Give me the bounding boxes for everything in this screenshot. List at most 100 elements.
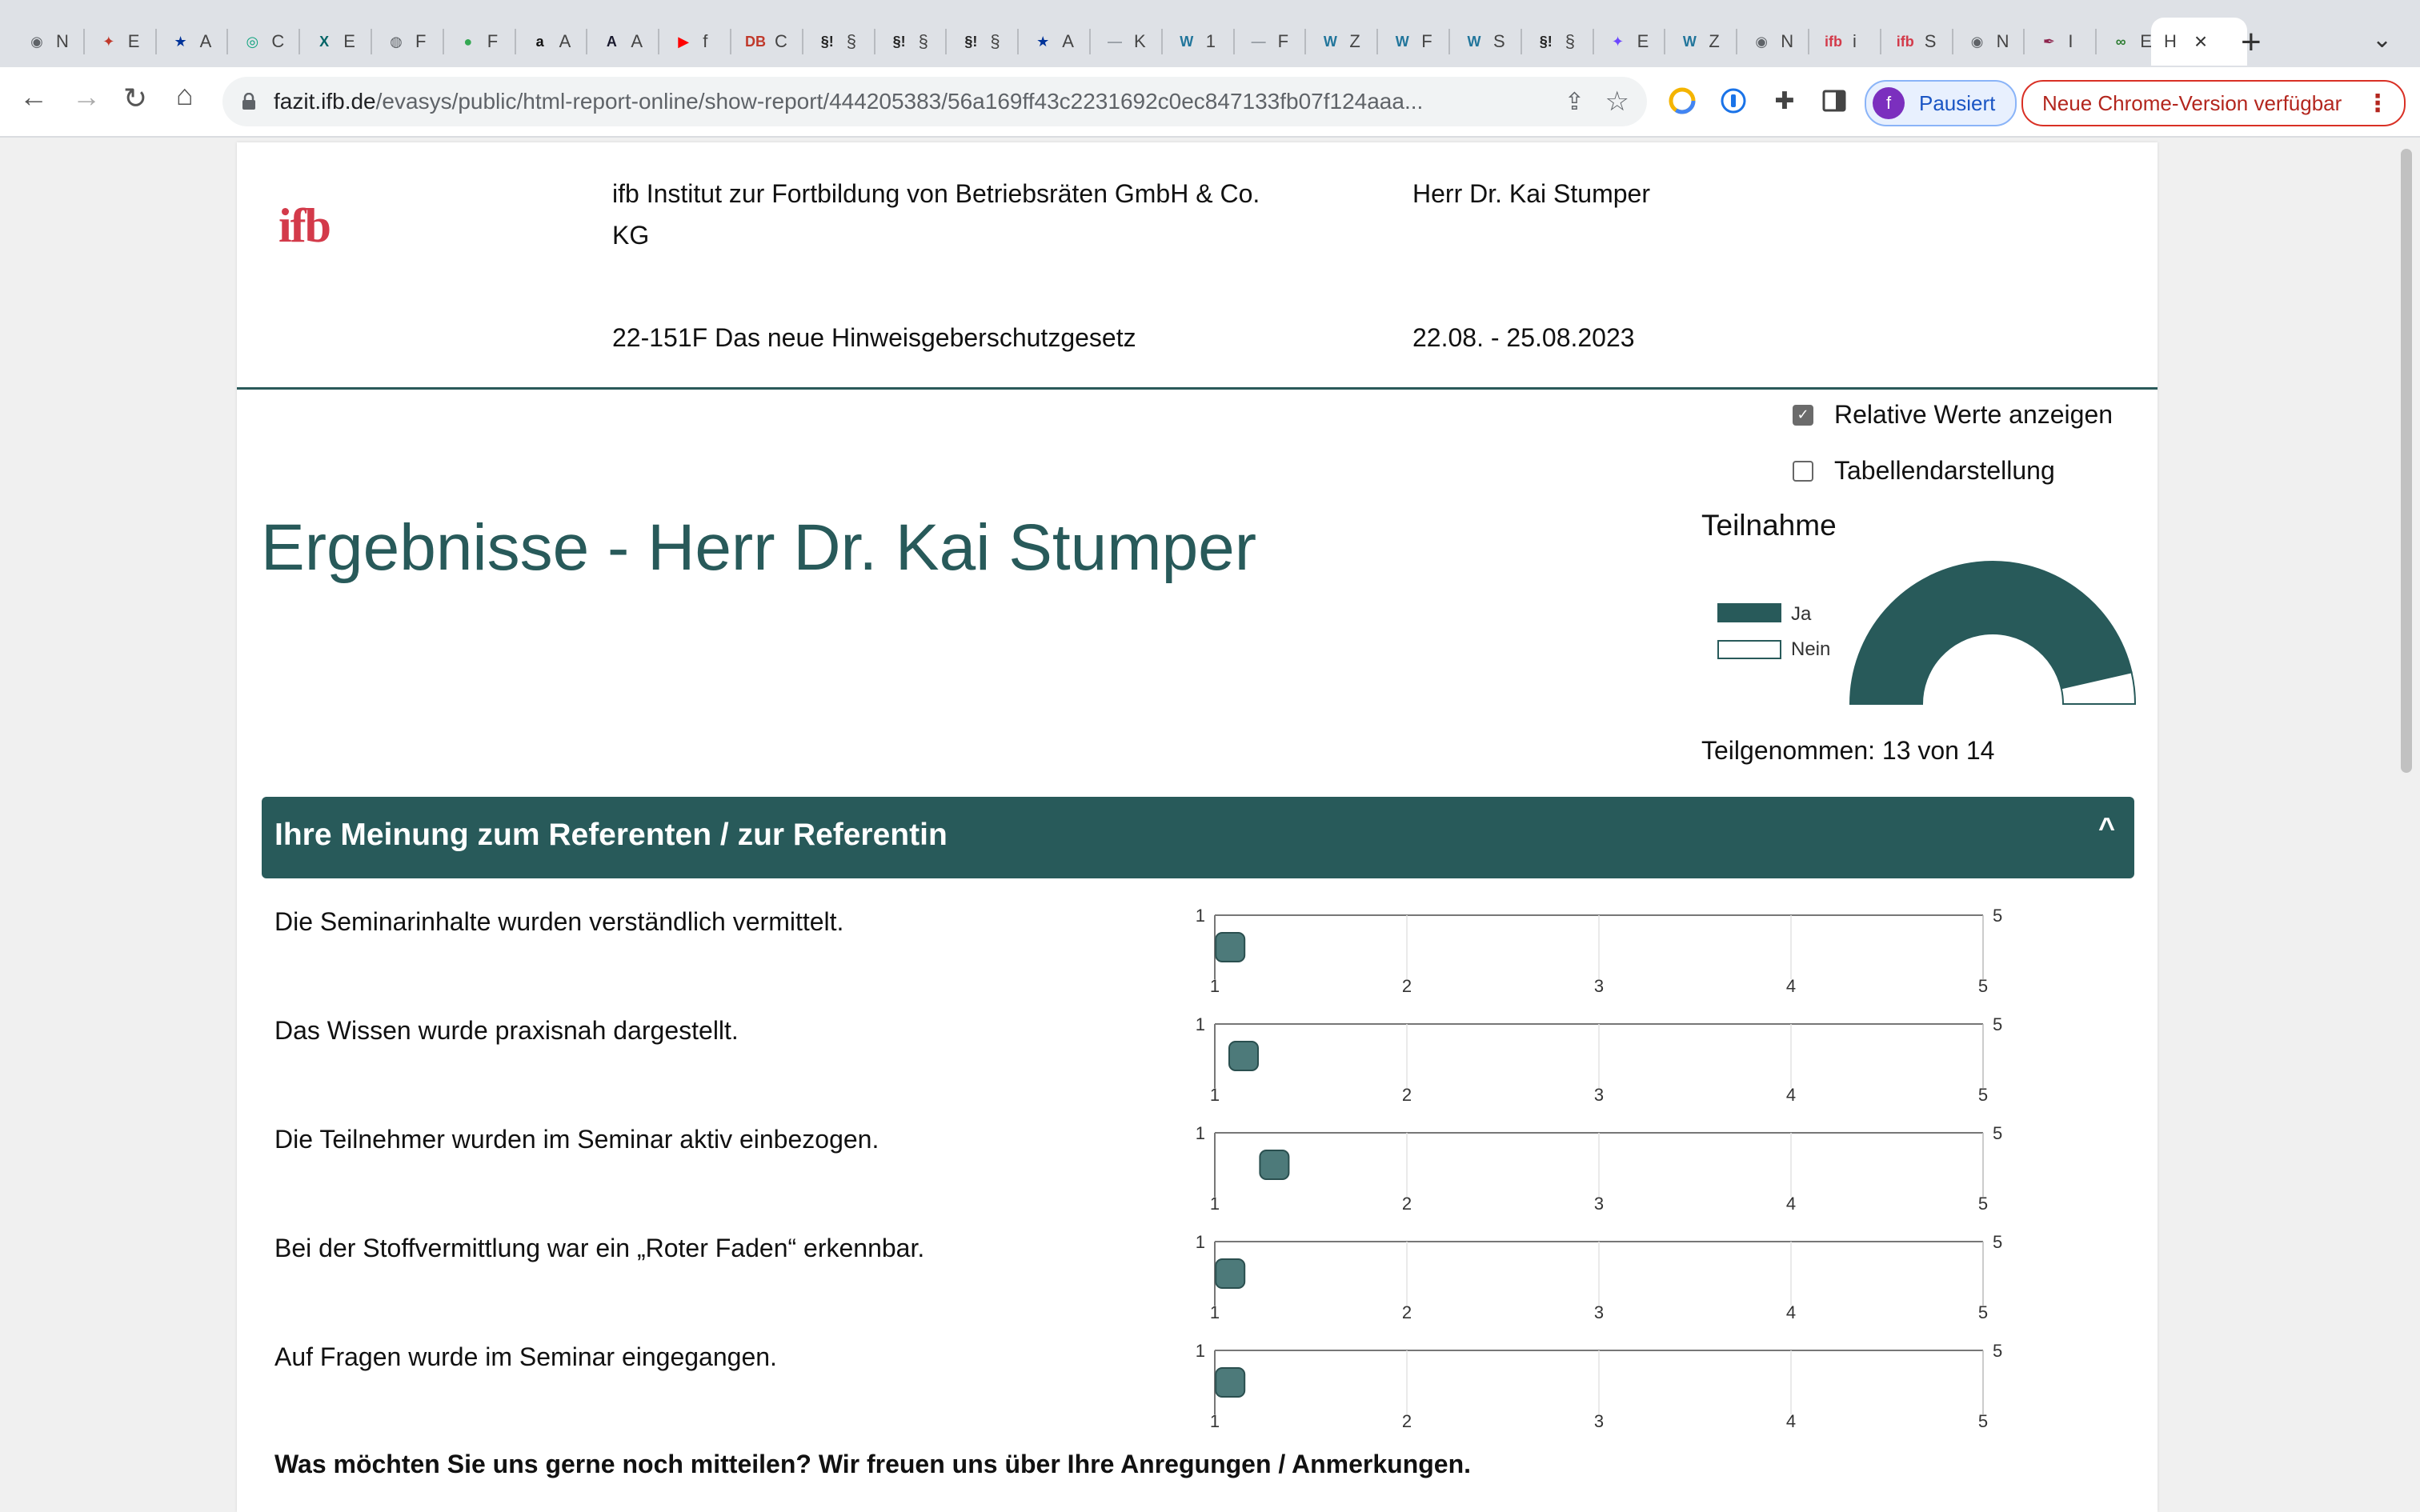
tick-label: 5 <box>1978 976 1988 995</box>
tab-separator <box>658 29 660 54</box>
tab-search-chevron-icon[interactable]: ⌄ <box>2372 26 2392 54</box>
address-bar[interactable]: fazit.ifb.de/evasys/public/html-report-o… <box>222 77 1647 126</box>
chevron-up-icon[interactable]: ^ <box>2098 811 2115 845</box>
tab-title: E <box>2140 31 2152 51</box>
browser-tab[interactable]: ● F <box>447 18 498 66</box>
seminar-dates: 22.08. - 25.08.2023 <box>1412 323 1635 352</box>
reload-icon[interactable]: ↻ <box>123 82 147 115</box>
browser-tab[interactable]: ◉ N <box>1741 18 1793 66</box>
browser-tab[interactable]: §! § <box>807 18 856 66</box>
tick-label: 4 <box>1786 1194 1796 1213</box>
section-header[interactable]: Ihre Meinung zum Referenten / zur Refere… <box>262 797 2134 878</box>
tab-title: A <box>199 31 212 51</box>
browser-tab[interactable]: ◎ C <box>231 18 285 66</box>
browser-tab[interactable]: §! § <box>950 18 1000 66</box>
tab-title: S <box>1924 31 1937 51</box>
wordpress-icon: W <box>1180 33 1194 50</box>
question-chart: 1 2 3 4 5 1 5 <box>1196 1341 2003 1430</box>
tick-label: 2 <box>1402 976 1412 995</box>
browser-tab[interactable]: ◉ N <box>16 18 69 66</box>
mean-marker <box>1215 1258 1246 1289</box>
tab-separator <box>586 29 588 54</box>
tab-active[interactable]: H × <box>2151 18 2247 66</box>
browser-tab[interactable]: aA <box>519 18 571 66</box>
paragraph-icon: §! <box>964 33 978 50</box>
paragraph-icon: §! <box>1539 33 1553 50</box>
lock-icon[interactable] <box>242 92 256 110</box>
home-icon[interactable]: ⌂ <box>176 78 194 112</box>
browser-tab[interactable]: WZ <box>1309 18 1360 66</box>
profile-button[interactable]: f Pausiert <box>1865 80 2017 126</box>
profile-status-label: Pausiert <box>1919 90 1996 115</box>
extension-circle-icon[interactable] <box>1665 83 1700 118</box>
tick-label: 4 <box>1786 1302 1796 1322</box>
participation-gauge <box>1849 561 2137 705</box>
forward-arrow-icon[interactable]: → <box>72 80 101 114</box>
update-label: Neue Chrome-Version verfügbar <box>2042 90 2342 115</box>
ifb-icon: ifb <box>1825 33 1842 50</box>
side-panel-icon[interactable] <box>1817 83 1852 118</box>
browser-tab[interactable]: W1 <box>1166 18 1216 66</box>
browser-tab[interactable]: ◉ N <box>1957 18 2009 66</box>
participation-count: Teilgenommen: 13 von 14 <box>1701 736 1995 765</box>
tab-separator <box>1232 29 1235 54</box>
browser-tab[interactable]: ✦ E <box>1597 18 1649 66</box>
tab-title: K <box>1134 31 1146 51</box>
link-icon: ∞ <box>2115 33 2126 50</box>
tick-label: 3 <box>1594 1411 1604 1430</box>
browser-tab[interactable]: WF <box>1381 18 1432 66</box>
tick-label: 4 <box>1786 976 1796 995</box>
mean-marker <box>1259 1150 1290 1180</box>
browser-tab[interactable]: ifb i <box>1813 18 1857 66</box>
tab-separator <box>2095 29 2097 54</box>
bookmark-star-icon[interactable]: ☆ <box>1605 86 1629 118</box>
tab-title: i <box>1853 31 1857 51</box>
browser-tab[interactable]: ∞ E <box>2100 18 2152 66</box>
seminar-title: 22-151F Das neue Hinweisgeberschutzgeset… <box>612 323 1136 352</box>
table-view-option[interactable]: Tabellendarstellung <box>1793 456 2055 486</box>
amazon-icon: a <box>535 33 544 50</box>
browser-tab[interactable]: ✒ I <box>2028 18 2073 66</box>
browser-tab[interactable]: §! § <box>879 18 928 66</box>
tick-label: 1 <box>1210 1085 1220 1104</box>
browser-tab[interactable]: ◍ F <box>375 18 426 66</box>
browser-tab[interactable]: XE <box>303 18 355 66</box>
new-tab-button[interactable]: + <box>2241 22 2262 62</box>
browser-tab[interactable]: AA <box>591 18 643 66</box>
password-manager-icon[interactable] <box>1716 83 1751 118</box>
tab-title: N <box>56 31 69 51</box>
browser-tab[interactable]: ▶ f <box>663 18 707 66</box>
update-chrome-button[interactable]: Neue Chrome-Version verfügbar ⋮ <box>2021 80 2406 126</box>
db-icon: DB <box>745 33 766 50</box>
browser-tab[interactable]: ifb S <box>1885 18 1937 66</box>
share-icon[interactable]: ⇪ <box>1565 88 1585 116</box>
browser-tab[interactable]: DB C <box>735 18 787 66</box>
browser-tab[interactable]: ★ A <box>160 18 212 66</box>
speaker-name: Herr Dr. Kai Stumper <box>1412 179 1650 208</box>
section-title: Ihre Meinung zum Referenten / zur Refere… <box>274 818 948 852</box>
browser-tab[interactable]: — F <box>1238 18 1288 66</box>
xing-icon: X <box>319 33 330 50</box>
back-arrow-icon[interactable]: ← <box>19 80 48 114</box>
page-scrollbar[interactable] <box>2401 149 2412 773</box>
question-chart: 1 2 3 4 5 1 5 <box>1196 1232 2003 1322</box>
browser-tab[interactable]: §! § <box>1525 18 1575 66</box>
menu-kebab-icon[interactable]: ⋮ <box>2366 90 2390 118</box>
relative-values-checkbox[interactable]: ✓ <box>1793 404 1813 426</box>
ifb-icon: ifb <box>1896 33 1914 50</box>
browser-tab[interactable]: WS <box>1453 18 1505 66</box>
relative-values-option[interactable]: ✓ Relative Werte anzeigen <box>1793 400 2113 430</box>
tick-label: 3 <box>1594 1302 1604 1322</box>
tab-title: Z <box>1709 31 1720 51</box>
extensions-puzzle-icon[interactable]: ✚ <box>1767 83 1802 118</box>
browser-tab[interactable]: WZ <box>1669 18 1720 66</box>
table-view-checkbox[interactable] <box>1793 460 1813 482</box>
tick-label: 1 <box>1210 1194 1220 1213</box>
scale-right-label: 5 <box>1993 1232 2002 1252</box>
close-tab-icon[interactable]: × <box>2194 29 2207 54</box>
tick-label: 5 <box>1978 1411 1988 1430</box>
browser-tab[interactable]: ★ A <box>1022 18 1074 66</box>
browser-tab[interactable]: — K <box>1094 18 1146 66</box>
tab-separator <box>371 29 372 54</box>
browser-tab[interactable]: ✦ E <box>88 18 139 66</box>
